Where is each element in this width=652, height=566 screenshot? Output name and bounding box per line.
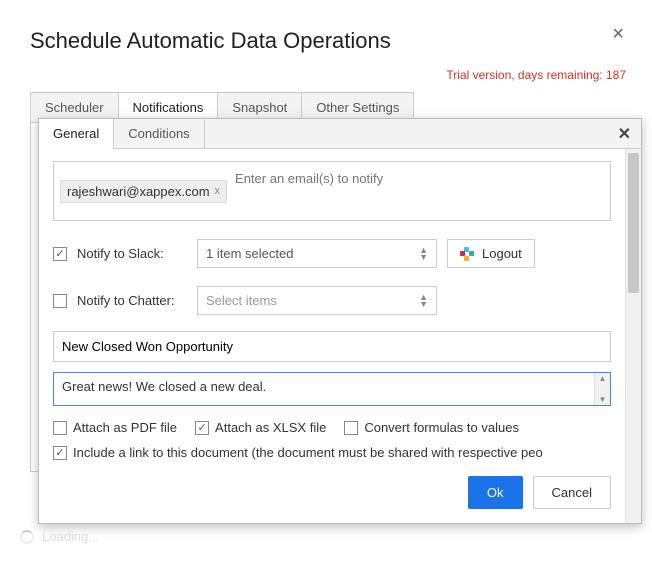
slack-label: Notify to Slack: [77,246,187,261]
scroll-down-icon: ▼ [599,395,607,404]
inner-footer: Ok Cancel [53,476,611,509]
subject-input[interactable] [53,331,611,362]
include-link-option[interactable]: Include a link to this document (the doc… [53,445,543,460]
slack-logout-button[interactable]: Logout [447,239,535,268]
email-chip-remove[interactable]: x [215,185,221,197]
attachment-row: Attach as PDF file Attach as XLSX file C… [53,420,611,435]
slack-logout-label: Logout [482,246,522,261]
chatter-row: Notify to Chatter: Select items ▲▼ [53,286,611,315]
email-chip: rajeshwari@xappex.com x [60,180,227,203]
slack-icon [460,247,474,261]
attach-xlsx-checkbox[interactable] [195,421,209,435]
inner-scrollbar[interactable] [625,149,641,523]
dialog-header: Schedule Automatic Data Operations × [30,20,632,54]
dialog-title: Schedule Automatic Data Operations [30,28,391,54]
updown-icon: ▲▼ [419,247,428,261]
updown-icon: ▲▼ [419,294,428,308]
email-recipients-box[interactable]: rajeshwari@xappex.com x [53,161,611,221]
loading-indicator: Loading... [20,529,99,544]
email-chip-text: rajeshwari@xappex.com [67,184,210,199]
include-link-label: Include a link to this document (the doc… [73,445,543,460]
body-textarea-wrap: Great news! We closed a new deal. ▲ ▼ [53,372,611,406]
inner-tabs: General Conditions ✕ [39,119,641,149]
convert-formulas-checkbox[interactable] [344,421,358,435]
dialog-close-button[interactable]: × [604,20,632,48]
scroll-up-icon: ▲ [599,374,607,383]
attach-pdf-label: Attach as PDF file [73,420,177,435]
scrollbar-thumb[interactable] [628,153,639,293]
inner-tab-conditions[interactable]: Conditions [114,119,204,148]
trial-banner: Trial version, days remaining: 187 [30,68,626,82]
chatter-select-placeholder: Select items [206,293,277,308]
chatter-checkbox[interactable] [53,294,67,308]
inner-close-button[interactable]: ✕ [608,120,641,148]
inner-content: rajeshwari@xappex.com x Notify to Slack:… [39,149,625,523]
cancel-button-inner[interactable]: Cancel [533,476,611,509]
chatter-label: Notify to Chatter: [77,293,187,308]
slack-select[interactable]: 1 item selected ▲▼ [197,239,437,268]
loading-text: Loading... [42,529,99,544]
body-textarea[interactable]: Great news! We closed a new deal. [54,373,594,405]
textarea-scrollbar[interactable]: ▲ ▼ [594,373,610,405]
convert-formulas-option[interactable]: Convert formulas to values [344,420,519,435]
slack-checkbox[interactable] [53,247,67,261]
email-input[interactable] [233,168,604,189]
attach-xlsx-label: Attach as XLSX file [215,420,326,435]
inner-body: rajeshwari@xappex.com x Notify to Slack:… [39,149,641,523]
ok-button[interactable]: Ok [468,476,523,509]
attach-pdf-checkbox[interactable] [53,421,67,435]
include-link-checkbox[interactable] [53,446,67,460]
notifications-modal: General Conditions ✕ rajeshwari@xappex.c… [38,118,642,524]
slack-select-value: 1 item selected [206,246,293,261]
inner-tab-general[interactable]: General [39,119,114,149]
spinner-icon [20,530,34,544]
chatter-select[interactable]: Select items ▲▼ [197,286,437,315]
convert-formulas-label: Convert formulas to values [364,420,519,435]
link-row: Include a link to this document (the doc… [53,445,611,460]
attach-pdf-option[interactable]: Attach as PDF file [53,420,177,435]
slack-row: Notify to Slack: 1 item selected ▲▼ Logo… [53,239,611,268]
attach-xlsx-option[interactable]: Attach as XLSX file [195,420,326,435]
